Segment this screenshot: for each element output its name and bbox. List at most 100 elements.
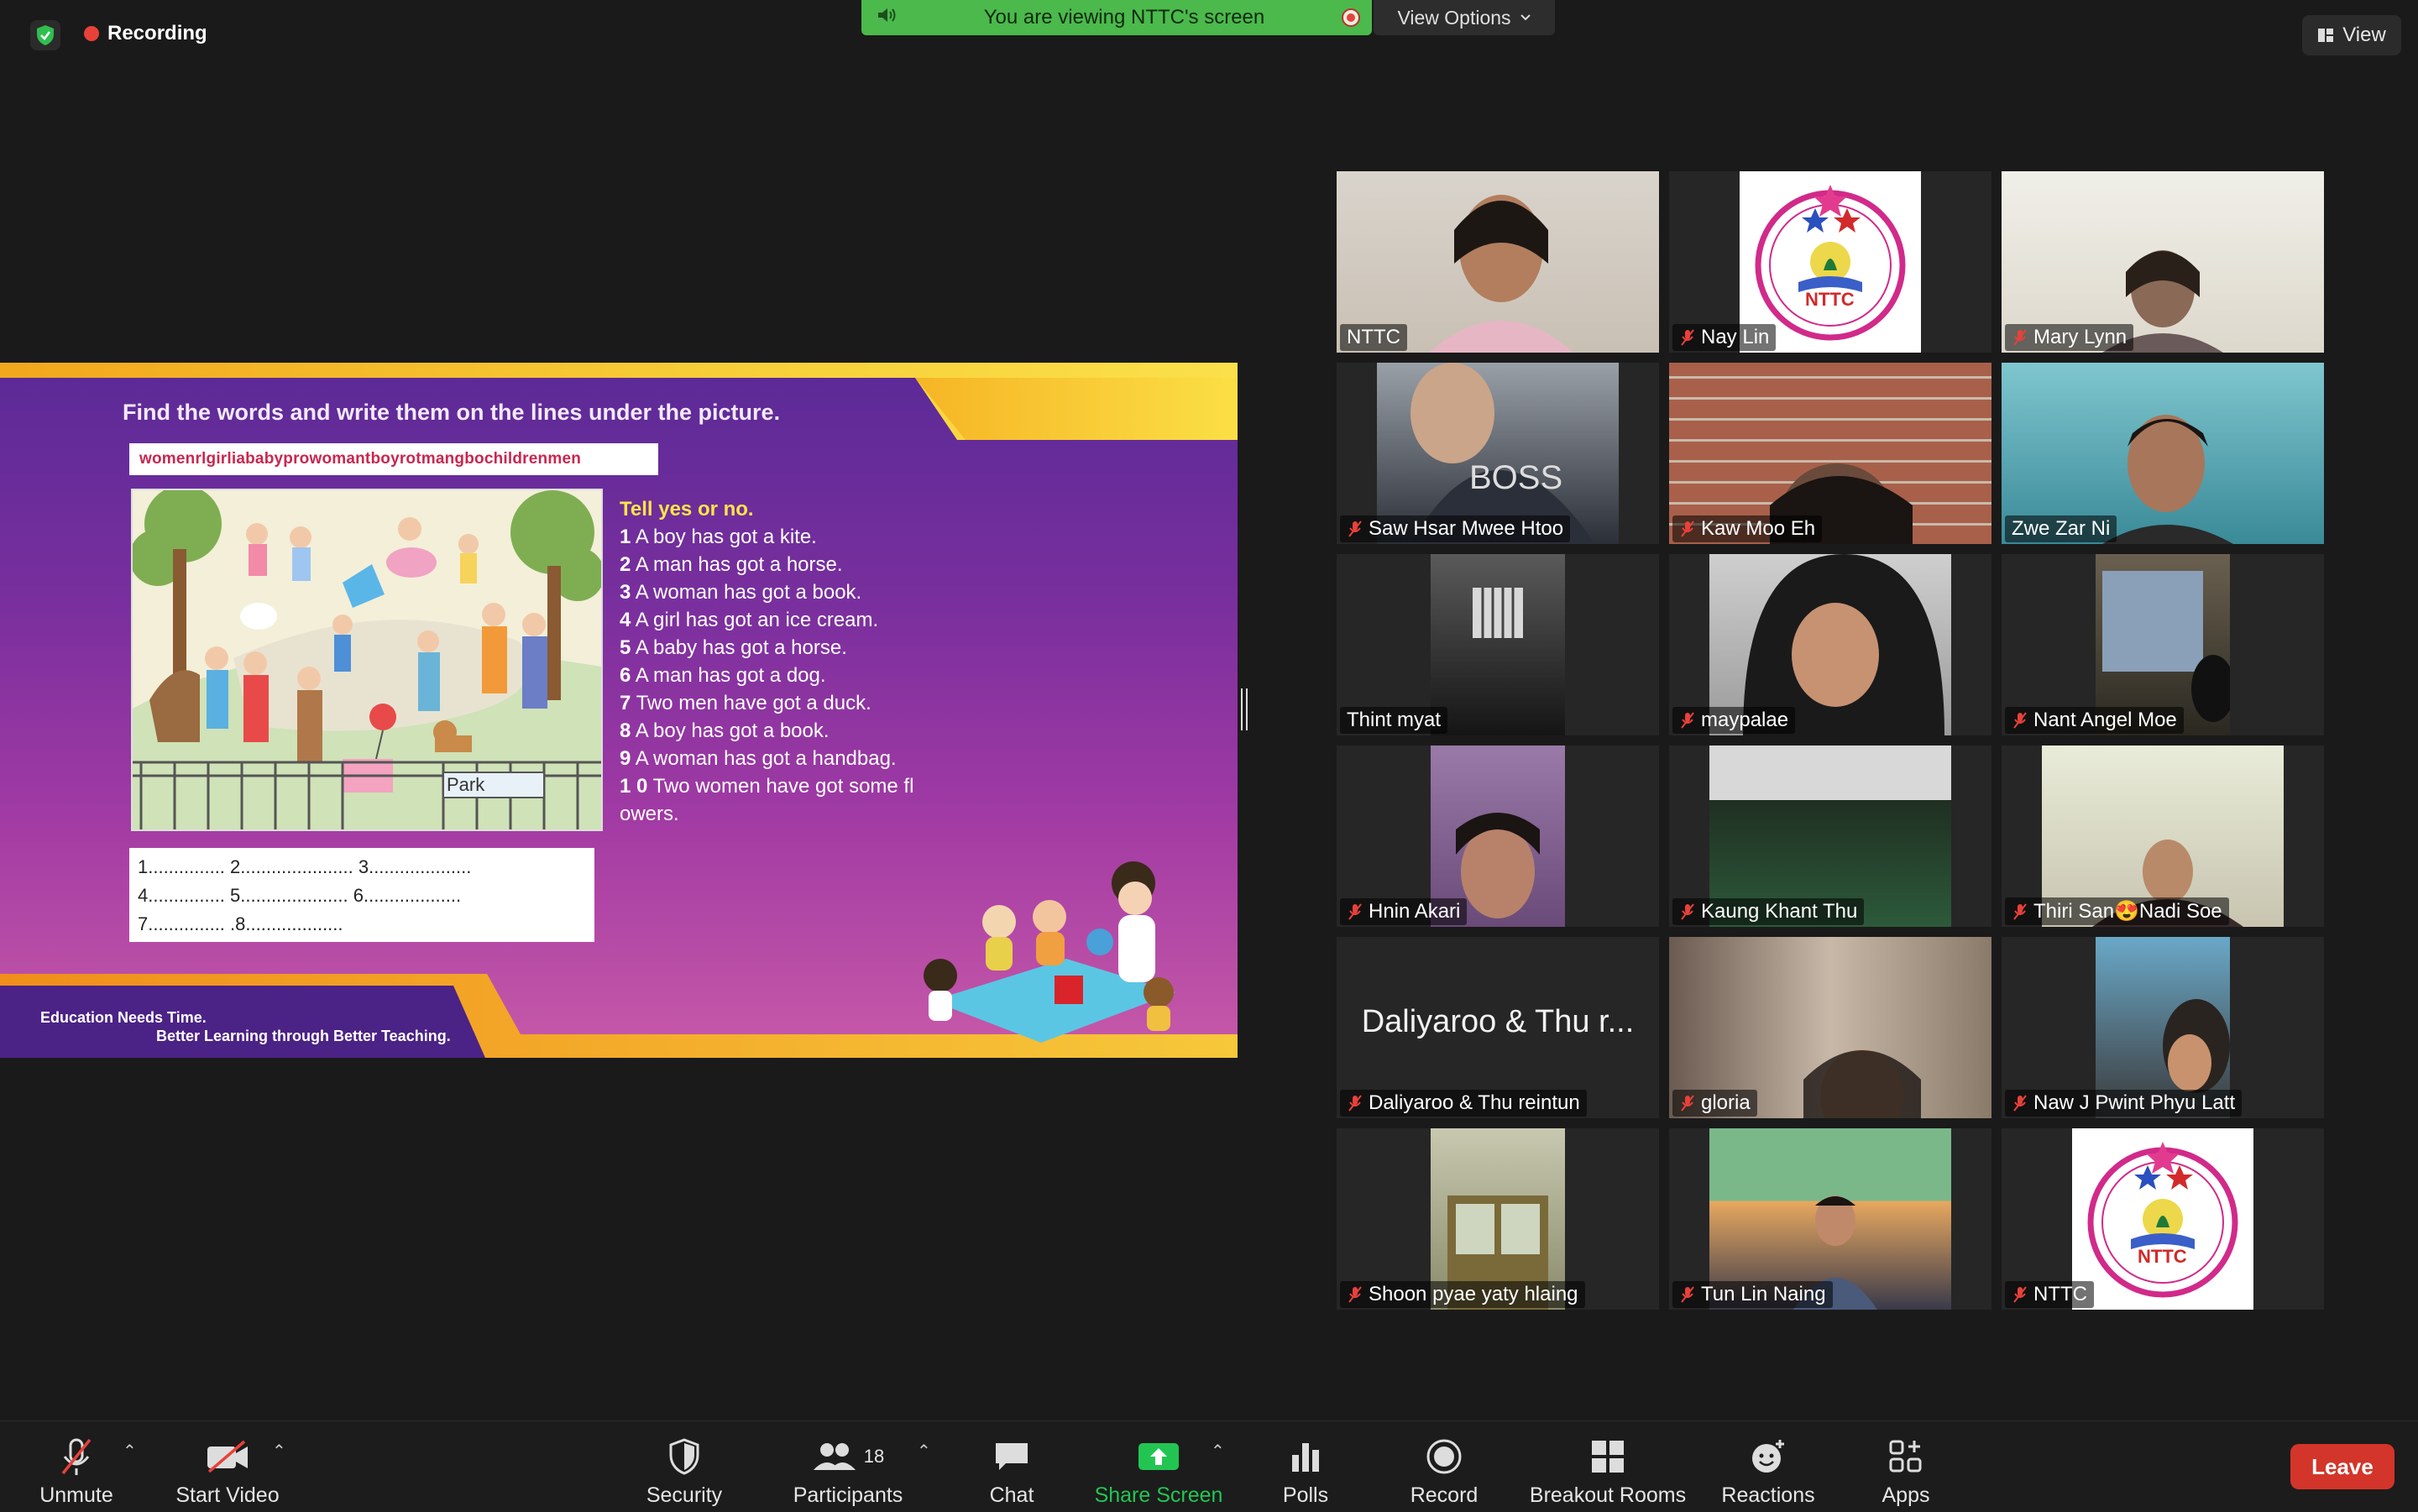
participant-name-label: Naw J Pwint Phyu Latt: [2005, 1090, 2243, 1117]
split-view-divider[interactable]: [1241, 688, 1248, 730]
participant-tile[interactable]: NTTC Nay Lin: [1669, 171, 1991, 353]
muted-mic-icon: [1681, 329, 1694, 346]
participant-tile[interactable]: Hnin Akari: [1337, 746, 1659, 927]
share-options-chevron-icon[interactable]: ⌃: [1211, 1441, 1225, 1462]
participant-tile[interactable]: Tun Lin Naing: [1669, 1128, 1991, 1310]
participant-tile[interactable]: Naw J Pwint Phyu Latt: [2002, 937, 2324, 1118]
breakout-rooms-label: Breakout Rooms: [1529, 1483, 1687, 1507]
security-button[interactable]: Security: [638, 1427, 730, 1508]
participant-display-name: Daliyaroo & Thu r...: [1361, 1004, 1635, 1039]
video-feed: [1431, 554, 1565, 735]
reactions-button[interactable]: Reactions: [1721, 1427, 1815, 1508]
answer-lines-box: 1............... 2......................…: [129, 848, 594, 942]
start-video-label: Start Video: [175, 1483, 280, 1507]
statement-item: 7 Two men have got a duck.: [620, 692, 871, 714]
share-screen-button[interactable]: Share Screen: [1083, 1427, 1234, 1508]
participant-name-label: Hnin Akari: [1340, 898, 1468, 925]
smiley-plus-icon: [1750, 1435, 1787, 1478]
participant-tile[interactable]: Thiri San😍Nadi Soe: [2002, 746, 2324, 927]
start-video-button[interactable]: Start Video: [165, 1427, 290, 1508]
recording-indicator[interactable]: Recording: [84, 22, 207, 45]
participant-tile[interactable]: gloria: [1669, 937, 1991, 1118]
participant-tile[interactable]: maypalae: [1669, 554, 1991, 735]
share-screen-label: Share Screen: [1094, 1483, 1223, 1507]
participant-name-label: NTTC: [1340, 324, 1407, 351]
participant-name-label: Mary Lynn: [2005, 324, 2134, 351]
statement-item: 1 A boy has got a kite.: [620, 526, 817, 548]
polls-label: Polls: [1282, 1483, 1329, 1507]
record-button[interactable]: Record: [1402, 1427, 1486, 1508]
chevron-down-icon: [1520, 14, 1531, 21]
participant-tile[interactable]: Kaung Khant Thu: [1669, 746, 1991, 927]
security-shield-icon[interactable]: [30, 20, 60, 50]
participant-tile[interactable]: NTTC NTTC: [2002, 1128, 2324, 1310]
participant-tile[interactable]: BOSS Saw Hsar Mwee Htoo: [1337, 363, 1659, 544]
video-options-chevron-icon[interactable]: ⌃: [272, 1441, 286, 1462]
statement-item: 8 A boy has got a book.: [620, 719, 830, 742]
participant-name-label: Kaung Khant Thu: [1672, 898, 1865, 925]
polls-chart-icon: [1289, 1435, 1322, 1478]
participants-label: Participants: [793, 1483, 903, 1507]
share-screen-icon: [1137, 1435, 1180, 1478]
screen-share-banner: You are viewing NTTC's screen: [861, 0, 1372, 35]
stop-viewing-icon[interactable]: [1342, 8, 1360, 27]
participant-tile[interactable]: Kaw Moo Eh: [1669, 363, 1991, 544]
breakout-rooms-button[interactable]: Breakout Rooms: [1528, 1427, 1688, 1508]
muted-mic-icon: [1348, 1095, 1362, 1112]
chat-button[interactable]: Chat: [974, 1427, 1049, 1508]
record-label: Record: [1410, 1483, 1479, 1507]
polls-button[interactable]: Polls: [1268, 1427, 1343, 1508]
participant-name-label: Kaw Moo Eh: [1672, 515, 1823, 542]
audio-options-chevron-icon[interactable]: ⌃: [123, 1441, 137, 1462]
breakout-rooms-grid-icon: [1590, 1435, 1625, 1478]
view-label: View: [2342, 24, 2386, 46]
muted-mic-icon: [1681, 903, 1694, 920]
apps-button[interactable]: Apps: [1866, 1427, 1946, 1508]
chat-bubble-icon: [992, 1435, 1031, 1478]
participant-tile[interactable]: Zwe Zar Ni: [2002, 363, 2324, 544]
participant-tile[interactable]: Daliyaroo & Thu r... Daliyaroo & Thu rei…: [1337, 937, 1659, 1118]
participants-button[interactable]: 18 Participants: [781, 1427, 915, 1508]
children-illustration: [898, 850, 1201, 1051]
view-options-button[interactable]: View Options: [1374, 0, 1555, 35]
svg-text:BOSS: BOSS: [1469, 459, 1562, 496]
participant-tile[interactable]: NTTC: [1337, 171, 1659, 353]
muted-mic-icon: [1348, 521, 1362, 537]
unmute-button[interactable]: Unmute: [25, 1427, 128, 1508]
view-button[interactable]: View: [2302, 15, 2401, 55]
participant-name-label: Saw Hsar Mwee Htoo: [1340, 515, 1571, 542]
participant-tile[interactable]: Thint myat: [1337, 554, 1659, 735]
participant-name-label: Shoon pyae yaty hlaing: [1340, 1281, 1585, 1308]
participants-options-chevron-icon[interactable]: ⌃: [917, 1441, 931, 1462]
view-options-label: View Options: [1397, 6, 1511, 29]
muted-microphone-icon: [58, 1435, 95, 1478]
word-string-box: womenrlgirliababyprowomantboyrotmangboch…: [129, 443, 658, 475]
shared-screen[interactable]: Find the words and write them on the lin…: [0, 363, 1238, 1058]
participant-name-label: Thiri San😍Nadi Soe: [2005, 897, 2229, 925]
logo-text: NTTC: [1805, 289, 1855, 310]
park-sign: Park: [447, 774, 485, 795]
leave-button[interactable]: Leave: [2290, 1444, 2394, 1489]
answer-line: 7............... .8...................: [138, 913, 343, 934]
participant-name-label: Nay Lin: [1672, 324, 1777, 351]
speaker-icon: [877, 6, 907, 30]
muted-mic-icon: [2013, 902, 2027, 920]
yes-no-statements: Tell yes or no. 1 A boy has got a kite. …: [620, 495, 922, 828]
video-off-icon: [204, 1435, 251, 1478]
participant-tile[interactable]: Mary Lynn: [2002, 171, 2324, 353]
participant-name-label: NTTC: [2005, 1281, 2094, 1308]
muted-mic-icon: [2013, 1095, 2027, 1112]
participant-tile[interactable]: Shoon pyae yaty hlaing: [1337, 1128, 1659, 1310]
participant-name-label: Thint myat: [1340, 707, 1448, 734]
nttc-logo: NTTC: [2072, 1128, 2253, 1310]
participant-tile[interactable]: Nant Angel Moe: [2002, 554, 2324, 735]
recording-dot-icon: [84, 26, 99, 41]
statement-item: 3 A woman has got a book.: [620, 581, 862, 604]
slide-title: Find the words and write them on the lin…: [123, 400, 781, 425]
participant-name-label: Zwe Zar Ni: [2005, 515, 2117, 542]
recording-label: Recording: [107, 22, 207, 44]
muted-mic-icon: [1681, 1286, 1694, 1303]
banner-text: You are viewing NTTC's screen: [983, 6, 1265, 29]
slogan-line-2: Better Learning through Better Teaching.: [156, 1028, 451, 1044]
slide-top-band-accent: [915, 378, 1238, 440]
